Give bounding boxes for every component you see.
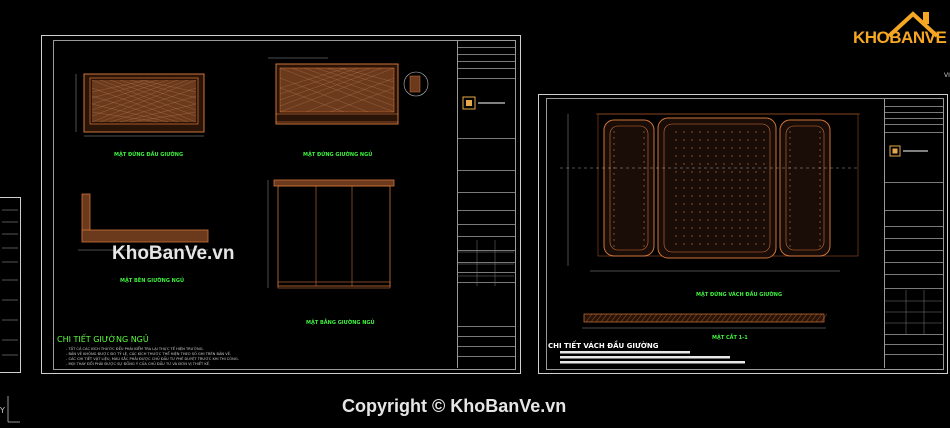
view-label-section: MẶT CẮT 1-1 [712,335,748,341]
left-titleblock-grid [457,240,514,286]
ucs-axis-label: Y [0,406,5,415]
right-sheet-edge-label: VI [944,72,950,79]
right-titleblock-grid [884,290,942,334]
brand-logo-text: KHOBANVE [853,28,947,47]
headboard-elevation-drawing [75,73,205,137]
ucs-icon [7,396,20,423]
section-1-1-drawing [582,313,828,329]
left-titleblock-logo [462,96,505,110]
brand-logo: KHOBANVE [853,8,947,54]
left-note-3: - CÁC CHI TIẾT VẬT LIỆU, MÀU SẮC PHẢI ĐƯ… [66,357,239,361]
view-label-bed-side: MẶT BÊN GIƯỜNG NGỦ [120,278,185,284]
view-label-headboard: MẶT ĐỨNG ĐẦU GIƯỜNG [114,152,184,158]
right-section-title: CHI TIẾT VÁCH ĐẦU GIƯỜNG [548,342,659,350]
left-note-1: - TẤT CẢ CÁC KÍCH THƯỚC ĐỀU PHẢI KIỂM TR… [66,347,204,351]
center-watermark: KhoBanVe.vn [112,243,235,264]
left-note-2: - BẢN VẼ KHÔNG ĐƯỢC ĐO TỶ LỆ, CÁC KÍCH T… [66,352,232,356]
bed-plan-drawing [267,179,395,289]
bottom-copyright: Copyright © KhoBanVe.vn [342,396,567,416]
view-label-bed-plan: MẶT BẰNG GIƯỜNG NGỦ [306,320,375,326]
left-section-title: CHI TIẾT GIƯỜNG NGỦ [57,335,149,344]
right-notes-lines [560,351,745,364]
bed-elevation-drawing [268,57,429,125]
partial-sheet-left-titleblock [2,209,18,356]
right-titleblock-logo [889,145,928,157]
view-label-headboard-wall: MẶT ĐỨNG VÁCH ĐẦU GIƯỜNG [696,292,783,298]
headboard-wall-elevation-drawing [560,113,860,272]
view-label-bed-elevation: MẶT ĐỨNG GIƯỜNG NGỦ [303,152,373,158]
left-note-4: - MỌI THAY ĐỔI PHẢI ĐƯỢC SỰ ĐỒNG Ý CỦA C… [66,362,211,366]
